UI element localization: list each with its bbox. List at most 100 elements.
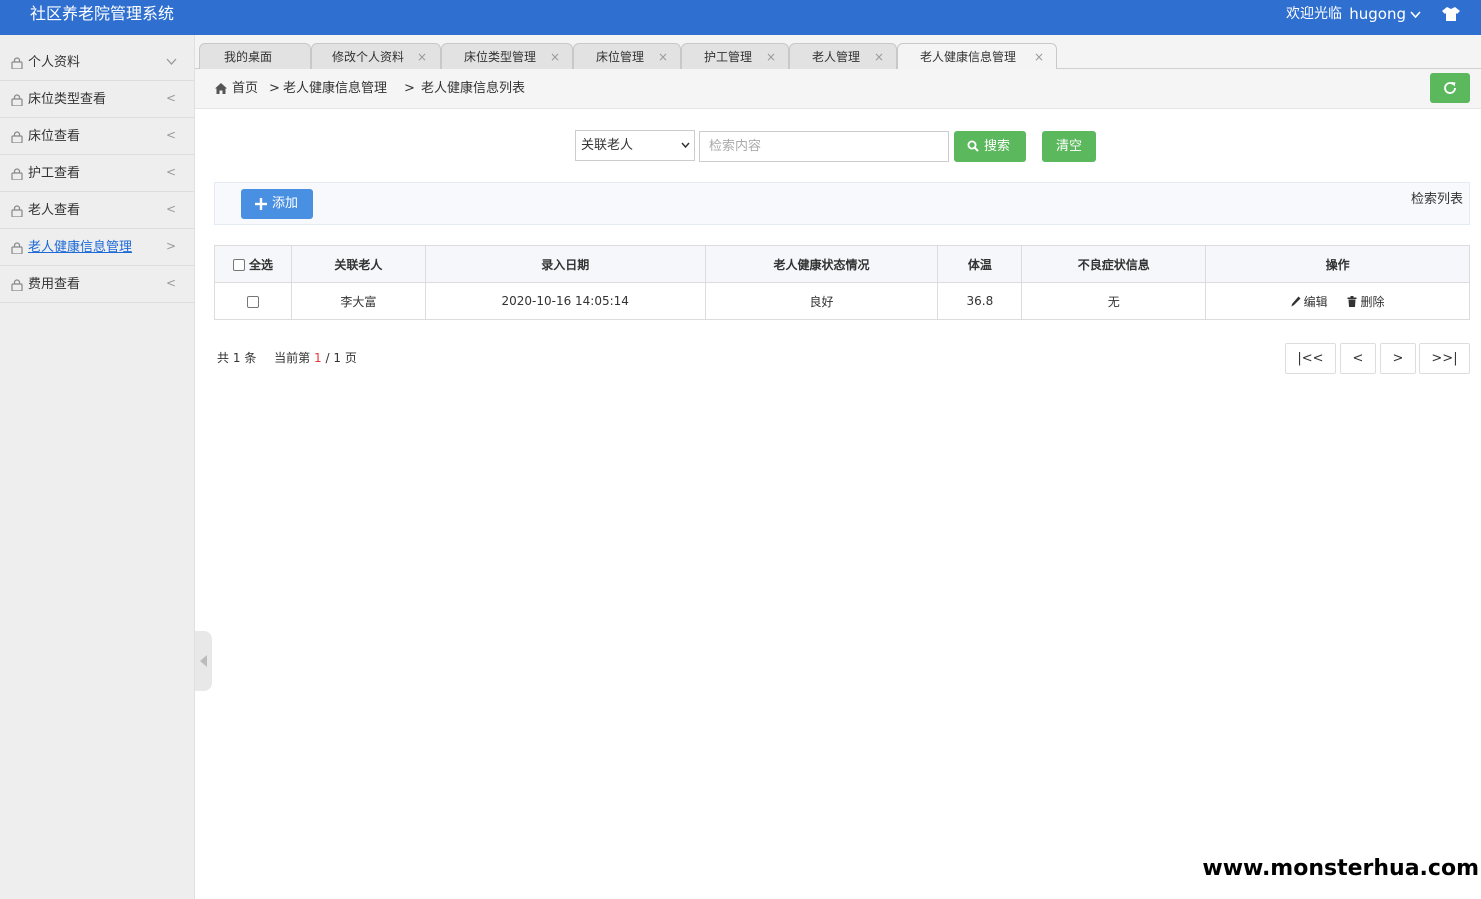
close-icon[interactable]: × (417, 45, 427, 69)
user-menu[interactable]: hugong (1349, 4, 1421, 24)
cell-elder: 李大富 (290, 282, 426, 320)
tab-label: 床位管理 (596, 50, 645, 64)
watermark: www.monsterhua.com (1202, 856, 1479, 881)
tab-label: 床位类型管理 (464, 50, 537, 64)
tab-caregiver-manage[interactable]: 护工管理 × (681, 43, 789, 69)
lock-icon (11, 131, 23, 143)
next-page-button[interactable]: > (1380, 343, 1416, 374)
select-all-header: 全选 (214, 245, 292, 283)
sidebar-item-label: 床位查看 (28, 129, 81, 144)
table-row: 李大富 2020-10-16 14:05:14 良好 36.8 无 编辑 删除 (214, 282, 1470, 320)
column-header: 操作 (1205, 245, 1470, 283)
add-button[interactable]: 添加 (241, 189, 313, 219)
edit-link[interactable]: 编辑 (1291, 293, 1328, 310)
refresh-icon (1444, 82, 1456, 94)
cell-status: 良好 (704, 282, 939, 320)
refresh-button[interactable] (1430, 73, 1470, 103)
search-button[interactable]: 搜索 (954, 131, 1026, 162)
tab-desktop[interactable]: 我的桌面 (199, 43, 311, 69)
app-title: 社区养老院管理系统 (30, 4, 175, 23)
select-all-label: 全选 (249, 257, 274, 272)
row-checkbox[interactable] (246, 295, 259, 308)
sidebar-collapse-handle[interactable] (195, 631, 212, 691)
pager-total-prefix: 共 (217, 351, 230, 365)
sidebar-item-caregivers[interactable]: 护工查看 < (0, 155, 194, 192)
breadcrumb-level1[interactable]: 老人健康信息管理 (283, 80, 387, 97)
search-icon (967, 140, 979, 152)
tab-bar: 我的桌面 修改个人资料 × 床位类型管理 × 床位管理 × 护工管理 × 老人管… (195, 35, 1481, 70)
sidebar-item-label: 护工查看 (28, 166, 81, 181)
expand-arrow: < (165, 202, 176, 216)
table-header-row: 全选 关联老人 录入日期 老人健康状态情况 体温 不良症状信息 操作 (214, 245, 1470, 283)
first-page-button[interactable]: |<< (1285, 343, 1336, 374)
plus-icon (255, 198, 267, 210)
pager-total-count: 1 (232, 351, 241, 365)
cell-actions: 编辑 删除 (1205, 282, 1470, 320)
welcome-text: 欢迎光临 (1286, 6, 1342, 22)
trash-icon (1347, 295, 1357, 307)
lock-icon (11, 279, 23, 291)
expand-arrow: < (165, 165, 176, 179)
last-page-button[interactable]: >>| (1419, 343, 1470, 374)
expand-arrow: > (165, 239, 176, 253)
pager-total-suffix: 条 (244, 351, 257, 365)
pager-slash: / (325, 351, 330, 365)
tab-label: 护工管理 (704, 50, 753, 64)
list-title: 检索列表 (1410, 192, 1463, 207)
cell-temperature: 36.8 (937, 282, 1023, 320)
prev-page-button[interactable]: < (1340, 343, 1376, 374)
tab-label: 老人健康信息管理 (920, 50, 1017, 64)
sidebar-item-beds[interactable]: 床位查看 < (0, 118, 194, 155)
sidebar-item-health-info[interactable]: 老人健康信息管理 > (0, 229, 194, 266)
sidebar-item-elders[interactable]: 老人查看 < (0, 192, 194, 229)
breadcrumb-separator: > (269, 81, 280, 96)
tab-elder-manage[interactable]: 老人管理 × (789, 43, 897, 69)
cell-date: 2020-10-16 14:05:14 (424, 282, 706, 320)
pager-pages-suffix: 页 (344, 351, 357, 365)
tab-label: 我的桌面 (224, 50, 273, 64)
select-all-checkbox[interactable] (232, 259, 245, 271)
home-icon (215, 83, 227, 94)
clear-button[interactable]: 清空 (1042, 131, 1096, 162)
close-icon[interactable]: × (550, 45, 560, 69)
column-header: 体温 (937, 245, 1023, 283)
close-icon[interactable]: × (766, 45, 776, 69)
tab-bed-manage[interactable]: 床位管理 × (573, 43, 681, 69)
tab-bed-type-manage[interactable]: 床位类型管理 × (441, 43, 573, 69)
tab-label: 修改个人资料 (332, 50, 405, 64)
close-icon[interactable]: × (874, 45, 884, 69)
edit-label: 编辑 (1303, 294, 1328, 309)
tab-edit-profile[interactable]: 修改个人资料 × (311, 43, 441, 69)
search-field-select[interactable]: 关联老人 (575, 130, 695, 161)
lock-icon (11, 168, 23, 180)
tab-health-info-manage[interactable]: 老人健康信息管理 × (897, 43, 1057, 70)
sidebar-item-fees[interactable]: 费用查看 < (0, 266, 194, 303)
lock-icon (11, 94, 23, 106)
caret-left-icon (200, 655, 207, 667)
lock-icon (11, 57, 23, 69)
search-input[interactable] (699, 131, 949, 162)
health-info-table: 全选 关联老人 录入日期 老人健康状态情况 体温 不良症状信息 操作 李大富 2… (214, 245, 1470, 320)
sidebar-item-profile[interactable]: 个人资料 (0, 44, 194, 81)
sidebar-item-label: 老人查看 (28, 203, 81, 218)
breadcrumb-home[interactable]: 首页 (232, 80, 258, 97)
sidebar-item-label: 个人资料 (28, 55, 81, 70)
sidebar-item-label: 老人健康信息管理 (28, 240, 133, 255)
breadcrumb-level2: 老人健康信息列表 (421, 81, 526, 96)
pager-total-pages: 1 (333, 351, 341, 365)
theme-shirt-icon[interactable] (1442, 7, 1460, 21)
column-header: 老人健康状态情况 (704, 245, 939, 283)
chevron-down-icon (166, 58, 177, 65)
username: hugong (1349, 5, 1406, 23)
pager-current-prefix: 当前第 (274, 351, 311, 365)
expand-arrow: < (165, 276, 176, 290)
close-icon[interactable]: × (1034, 45, 1044, 69)
sidebar: 个人资料 床位类型查看 < 床位查看 < 护工查看 < 老人查看 < 老人健康信… (0, 35, 195, 899)
list-toolbar: 添加 检索列表 (214, 182, 1470, 225)
delete-link[interactable]: 删除 (1347, 293, 1385, 310)
close-icon[interactable]: × (658, 45, 668, 69)
sidebar-item-label: 费用查看 (28, 277, 81, 292)
sidebar-item-bed-types[interactable]: 床位类型查看 < (0, 81, 194, 118)
search-field-selected: 关联老人 (581, 138, 634, 153)
sidebar-item-label: 床位类型查看 (28, 92, 107, 107)
